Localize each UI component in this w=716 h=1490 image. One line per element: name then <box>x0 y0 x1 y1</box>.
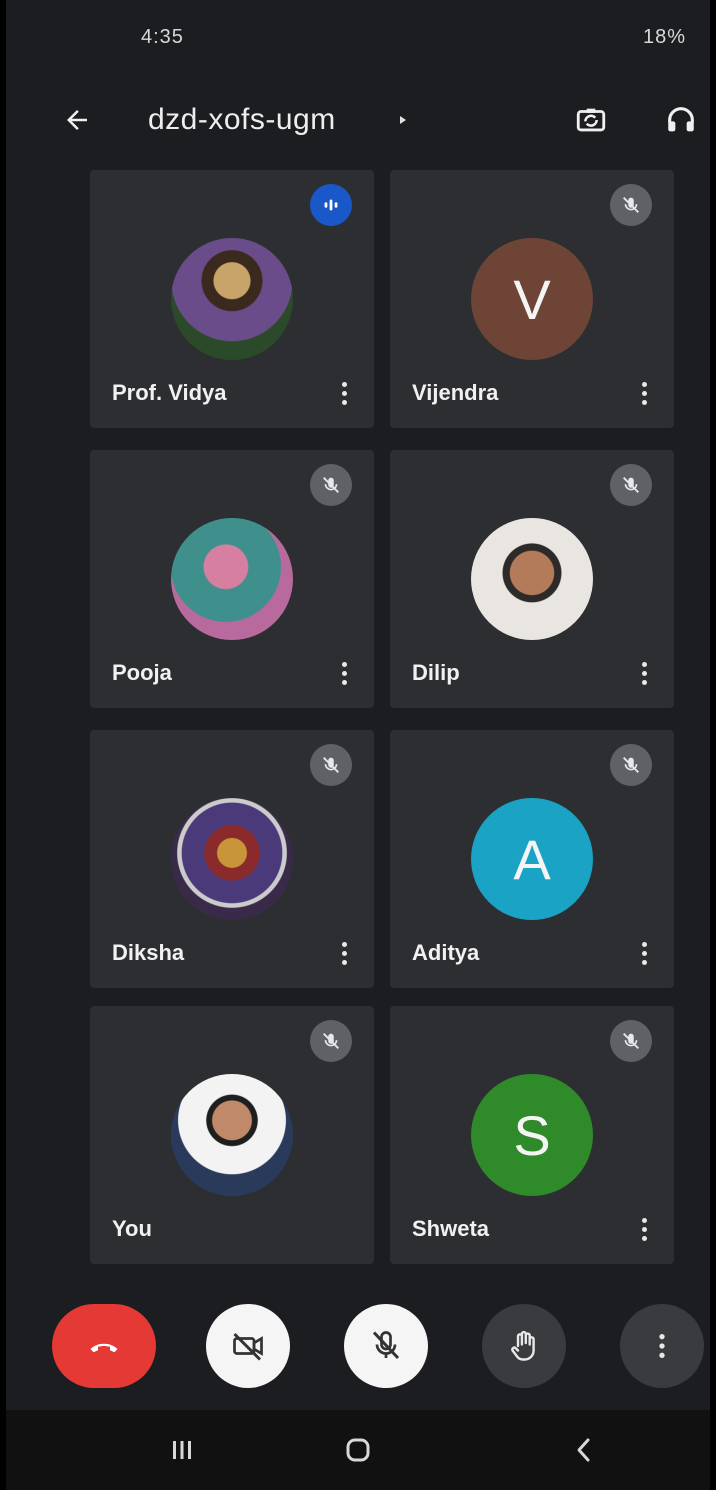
participant-name: Aditya <box>412 940 480 965</box>
call-end-icon <box>90 1343 118 1353</box>
more-options-button[interactable] <box>632 936 656 970</box>
avatar-letter: S <box>471 1074 593 1196</box>
videocam-off-icon <box>233 1332 263 1361</box>
status-battery: 18% <box>642 26 686 48</box>
mute-indicator <box>310 1020 352 1062</box>
avatar <box>171 1074 293 1196</box>
mic-off-icon <box>623 197 639 213</box>
more-vert-icon <box>341 941 347 947</box>
more-vert-icon <box>341 661 347 667</box>
back-button[interactable] <box>54 97 100 143</box>
more-options-button[interactable] <box>632 1212 656 1246</box>
switch-camera-icon <box>576 108 606 132</box>
avatar <box>471 518 593 640</box>
top-app-bar: dzd-xofs-ugm <box>6 85 710 155</box>
participant-tile[interactable]: V Vijendra <box>390 170 674 428</box>
mic-off-icon <box>623 477 639 493</box>
audio-level-icon <box>324 199 338 211</box>
more-vert-icon <box>641 661 647 667</box>
avatar <box>171 798 293 920</box>
participant-name: Diksha <box>112 940 185 965</box>
raise-hand-button[interactable] <box>482 1304 566 1388</box>
avatar-letter: A <box>471 798 593 920</box>
avatar-letter: V <box>471 238 593 360</box>
participant-tile[interactable]: A Aditya <box>390 730 674 988</box>
participant-tile[interactable]: Prof. Vidya <box>90 170 374 428</box>
recents-icon <box>173 1441 191 1459</box>
more-vert-icon <box>341 381 347 387</box>
mute-indicator <box>610 1020 652 1062</box>
mic-off-icon <box>372 1331 400 1360</box>
more-options-button[interactable] <box>632 656 656 690</box>
system-navigation-bar <box>6 1410 710 1490</box>
mic-off-icon <box>323 477 339 493</box>
participant-name: Dilip <box>412 660 460 685</box>
more-vert-icon <box>641 381 647 387</box>
switch-camera-button[interactable] <box>566 95 616 145</box>
participant-tile[interactable]: Diksha <box>90 730 374 988</box>
more-options-button[interactable] <box>620 1304 704 1388</box>
home-icon <box>346 1438 370 1462</box>
status-bar: 4:35 18% <box>6 0 710 80</box>
participant-tile[interactable]: Dilip <box>390 450 674 708</box>
more-vert-icon <box>641 941 647 947</box>
more-options-button[interactable] <box>332 656 356 690</box>
participant-name: You <box>112 1216 152 1241</box>
mic-off-icon <box>623 757 639 773</box>
avatar <box>171 238 293 360</box>
mic-toggle-button[interactable] <box>344 1304 428 1388</box>
speaking-indicator <box>310 184 352 226</box>
participant-tile[interactable]: You <box>90 1006 374 1264</box>
more-options-button[interactable] <box>632 376 656 410</box>
participant-name: Vijendra <box>412 380 499 405</box>
more-vert-icon <box>659 1334 665 1358</box>
hand-icon <box>511 1330 535 1361</box>
chevron-right-icon[interactable] <box>398 115 408 125</box>
mute-indicator <box>610 184 652 226</box>
call-controls <box>6 1294 710 1394</box>
mic-off-icon <box>323 1033 339 1049</box>
more-options-button[interactable] <box>332 376 356 410</box>
end-call-button[interactable] <box>52 1304 156 1388</box>
mic-off-icon <box>623 1033 639 1049</box>
nav-back-icon <box>577 1438 590 1462</box>
more-vert-icon <box>641 1217 647 1223</box>
participant-name: Pooja <box>112 660 172 685</box>
home-button[interactable] <box>328 1428 388 1472</box>
avatar <box>171 518 293 640</box>
participant-tile[interactable]: Pooja <box>90 450 374 708</box>
mute-indicator <box>610 744 652 786</box>
mute-indicator <box>310 744 352 786</box>
meet-screen: 4:35 18% dzd-xofs-ugm Prof. Vidya V Vije… <box>6 0 710 1490</box>
more-options-button[interactable] <box>332 936 356 970</box>
participant-name: Shweta <box>412 1216 490 1241</box>
audio-output-button[interactable] <box>656 95 706 145</box>
meeting-code[interactable]: dzd-xofs-ugm <box>148 103 336 137</box>
participant-tile[interactable]: S Shweta <box>390 1006 674 1264</box>
headphones-icon <box>668 107 694 132</box>
arrow-left-icon <box>67 110 87 130</box>
mic-off-icon <box>323 757 339 773</box>
recents-button[interactable] <box>152 1428 212 1472</box>
mute-indicator <box>610 464 652 506</box>
mute-indicator <box>310 464 352 506</box>
nav-back-button[interactable] <box>554 1428 614 1472</box>
participant-name: Prof. Vidya <box>112 380 227 405</box>
camera-toggle-button[interactable] <box>206 1304 290 1388</box>
status-time: 4:35 <box>141 26 184 48</box>
